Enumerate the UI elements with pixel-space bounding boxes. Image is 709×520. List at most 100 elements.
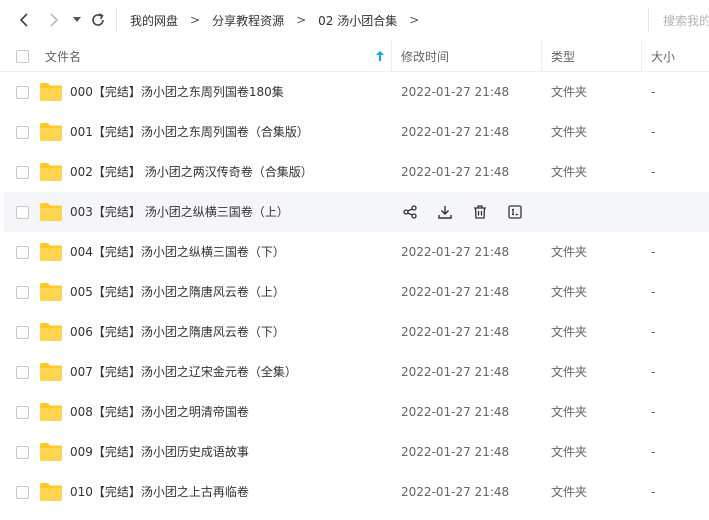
file-name[interactable]: 007【完结】汤小团之辽宋金元卷（全集）	[70, 352, 297, 392]
folder-icon	[40, 123, 62, 141]
file-name[interactable]: 001【完结】汤小团之东周列国卷（合集版）	[70, 112, 309, 152]
file-size: -	[651, 365, 656, 379]
folder-icon	[40, 363, 62, 381]
file-type: 文件夹	[551, 285, 588, 299]
table-header: 文件名 修改时间 类型 大小	[0, 40, 709, 72]
file-type: 文件夹	[551, 125, 588, 139]
folder-icon	[40, 243, 62, 261]
file-name[interactable]: 004【完结】汤小团之纵横三国卷（下）	[70, 232, 285, 272]
column-header-size[interactable]: 大小	[651, 40, 675, 72]
file-type: 文件夹	[551, 485, 588, 499]
table-row[interactable]: 009【完结】汤小团历史成语故事 2022-01-27 21:48 文件夹 -	[4, 432, 709, 472]
table-row[interactable]: 010【完结】汤小团之上古再临卷 2022-01-27 21:48 文件夹 -	[4, 472, 709, 512]
row-checkbox[interactable]	[16, 246, 29, 259]
table-row[interactable]: 003【完结】 汤小团之纵横三国卷（上）	[4, 192, 709, 232]
folder-icon	[40, 83, 62, 101]
share-icon[interactable]	[400, 202, 420, 222]
breadcrumb-separator: >	[409, 13, 420, 27]
file-size: -	[651, 445, 656, 459]
file-size: -	[651, 325, 656, 339]
top-bar: 我的网盘 > 分享教程资源 > 02 汤小团合集 > 搜索我的	[0, 0, 709, 40]
modified-time: 2022-01-27 21:48	[401, 325, 510, 339]
file-size: -	[651, 405, 656, 419]
table-row[interactable]: 000【完结】汤小团之东周列国卷180集 2022-01-27 21:48 文件夹 -	[4, 72, 709, 112]
file-name[interactable]: 006【完结】汤小团之隋唐风云卷（下）	[70, 312, 285, 352]
row-checkbox[interactable]	[16, 406, 29, 419]
file-type: 文件夹	[551, 405, 588, 419]
table-row[interactable]: 008【完结】汤小团之明清帝国卷 2022-01-27 21:48 文件夹 -	[4, 392, 709, 432]
folder-icon	[40, 283, 62, 301]
file-type: 文件夹	[551, 245, 588, 259]
modified-time: 2022-01-27 21:48	[401, 245, 510, 259]
sort-arrow-icon[interactable]	[376, 40, 384, 72]
folder-icon	[40, 403, 62, 421]
file-name[interactable]: 009【完结】汤小团历史成语故事	[70, 432, 249, 472]
file-name[interactable]: 008【完结】汤小团之明清帝国卷	[70, 392, 249, 432]
table-row[interactable]: 007【完结】汤小团之辽宋金元卷（全集） 2022-01-27 21:48 文件夹 -	[4, 352, 709, 392]
row-checkbox[interactable]	[16, 206, 29, 219]
breadcrumb-separator: >	[296, 13, 307, 27]
row-checkbox[interactable]	[16, 166, 29, 179]
modified-time: 2022-01-27 21:48	[401, 445, 510, 459]
file-name[interactable]: 010【完结】汤小团之上古再临卷	[70, 472, 249, 512]
column-header-type[interactable]: 类型	[551, 40, 575, 72]
history-dropdown-icon[interactable]	[70, 10, 84, 30]
modified-time: 2022-01-27 21:48	[401, 85, 510, 99]
row-checkbox[interactable]	[16, 486, 29, 499]
file-type: 文件夹	[551, 85, 588, 99]
row-checkbox[interactable]	[16, 286, 29, 299]
modified-time: 2022-01-27 21:48	[401, 165, 510, 179]
folder-icon	[40, 203, 62, 221]
file-name[interactable]: 002【完结】 汤小团之两汉传奇卷（合集版）	[70, 152, 313, 192]
row-checkbox[interactable]	[16, 326, 29, 339]
column-header-name[interactable]: 文件名	[45, 40, 81, 72]
file-size: -	[651, 485, 656, 499]
folder-icon	[40, 163, 62, 181]
forward-icon[interactable]	[44, 10, 64, 30]
file-type: 文件夹	[551, 365, 588, 379]
breadcrumb-separator: >	[190, 13, 201, 27]
table-row[interactable]: 001【完结】汤小团之东周列国卷（合集版） 2022-01-27 21:48 文件夹…	[4, 112, 709, 152]
row-checkbox[interactable]	[16, 126, 29, 139]
breadcrumb-item-current[interactable]: 02 汤小团合集	[318, 12, 397, 29]
modified-time: 2022-01-27 21:48	[401, 125, 510, 139]
modified-time: 2022-01-27 21:48	[401, 485, 510, 499]
file-type: 文件夹	[551, 325, 588, 339]
breadcrumb: 我的网盘 > 分享教程资源 > 02 汤小团合集 >	[130, 0, 431, 40]
table-row[interactable]: 005【完结】汤小团之隋唐风云卷（上） 2022-01-27 21:48 文件夹 -	[4, 272, 709, 312]
back-icon[interactable]	[14, 10, 34, 30]
delete-icon[interactable]	[470, 202, 490, 222]
row-checkbox[interactable]	[16, 366, 29, 379]
modified-time: 2022-01-27 21:48	[401, 365, 510, 379]
breadcrumb-item-share[interactable]: 分享教程资源	[212, 12, 284, 29]
column-divider[interactable]	[391, 40, 392, 72]
download-icon[interactable]	[435, 202, 455, 222]
column-divider[interactable]	[641, 40, 642, 72]
table-row[interactable]: 002【完结】 汤小团之两汉传奇卷（合集版） 2022-01-27 21:48 文件…	[4, 152, 709, 192]
file-name[interactable]: 000【完结】汤小团之东周列国卷180集	[70, 72, 284, 112]
search-input[interactable]: 搜索我的	[648, 8, 709, 32]
file-size: -	[651, 245, 656, 259]
modified-time: 2022-01-27 21:48	[401, 405, 510, 419]
file-name[interactable]: 003【完结】 汤小团之纵横三国卷（上）	[70, 192, 289, 232]
rename-icon[interactable]	[505, 202, 525, 222]
file-size: -	[651, 165, 656, 179]
file-name[interactable]: 005【完结】汤小团之隋唐风云卷（上）	[70, 272, 285, 312]
refresh-icon[interactable]	[88, 10, 108, 30]
row-checkbox[interactable]	[16, 446, 29, 459]
file-type: 文件夹	[551, 445, 588, 459]
select-all-checkbox[interactable]	[16, 40, 29, 72]
breadcrumb-item-root[interactable]: 我的网盘	[130, 12, 178, 29]
file-size: -	[651, 285, 656, 299]
table-row[interactable]: 004【完结】汤小团之纵横三国卷（下） 2022-01-27 21:48 文件夹 -	[4, 232, 709, 272]
file-size: -	[651, 125, 656, 139]
row-checkbox[interactable]	[16, 86, 29, 99]
toolbar-divider	[116, 9, 117, 31]
folder-icon	[40, 483, 62, 501]
column-header-modified[interactable]: 修改时间	[401, 40, 449, 72]
modified-time: 2022-01-27 21:48	[401, 285, 510, 299]
column-divider[interactable]	[541, 40, 542, 72]
file-size: -	[651, 85, 656, 99]
table-row[interactable]: 006【完结】汤小团之隋唐风云卷（下） 2022-01-27 21:48 文件夹 -	[4, 312, 709, 352]
folder-icon	[40, 323, 62, 341]
